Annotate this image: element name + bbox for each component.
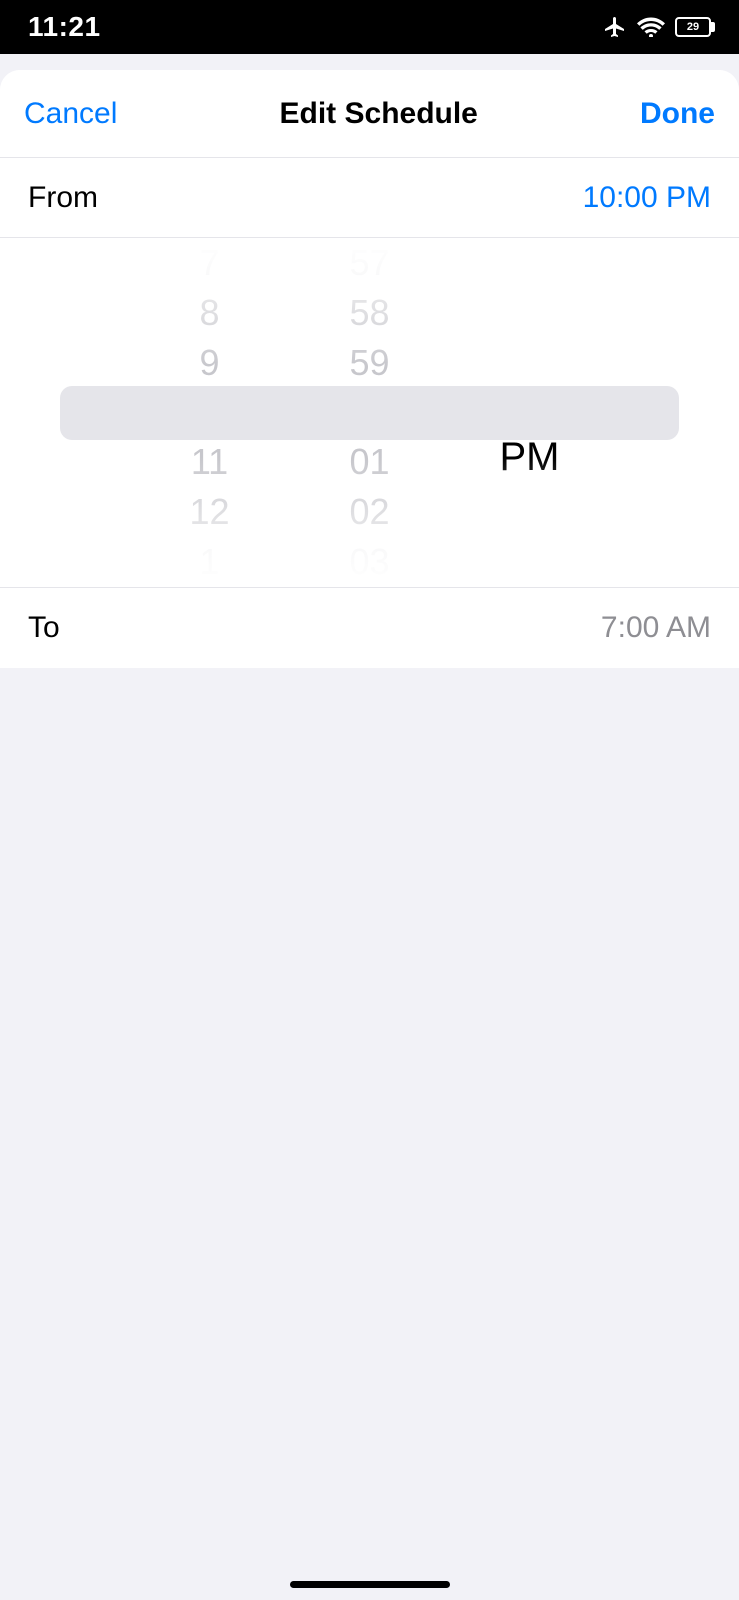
wifi-icon	[637, 17, 665, 37]
picker-hour-item: 1	[130, 537, 290, 587]
picker-ampm-column[interactable]: AM PM	[450, 238, 610, 587]
from-label: From	[28, 181, 98, 215]
picker-ampm-item: AM	[450, 400, 610, 437]
picker-minute-item: 57	[290, 238, 450, 288]
picker-hour-item: 12	[130, 487, 290, 537]
picker-minutes-column[interactable]: 57 58 59 00 01 02 03	[290, 238, 450, 587]
status-time: 11:21	[28, 11, 101, 43]
picker-columns: 7 8 9 10 11 12 1 57 58 59 00 01 02 03 AM	[0, 238, 739, 587]
picker-hour-item: 11	[130, 437, 290, 487]
home-indicator	[290, 1581, 450, 1588]
picker-minute-item: 03	[290, 537, 450, 587]
status-icons: 29	[603, 15, 711, 39]
picker-hour-item: 9	[130, 338, 290, 388]
picker-minute-item: 01	[290, 437, 450, 487]
picker-minute-item: 02	[290, 487, 450, 537]
nav-bar: Cancel Edit Schedule Done	[0, 70, 739, 158]
picker-minute-selected: 00	[290, 388, 450, 438]
battery-icon: 29	[675, 17, 711, 37]
bottom-area	[0, 668, 739, 1600]
picker-hour-item: 7	[130, 238, 290, 288]
status-bar: 11:21 29	[0, 0, 739, 54]
modal-sheet: Cancel Edit Schedule Done From 10:00 PM …	[0, 70, 739, 1600]
picker-ampm-selected: PM	[450, 437, 610, 477]
cancel-button[interactable]: Cancel	[24, 97, 117, 131]
battery-level: 29	[687, 21, 699, 33]
airplane-icon	[603, 15, 627, 39]
picker-minute-item: 58	[290, 288, 450, 338]
from-row[interactable]: From 10:00 PM	[0, 158, 739, 238]
picker-hour-selected: 10	[130, 388, 290, 438]
nav-title: Edit Schedule	[280, 97, 478, 131]
to-row[interactable]: To 7:00 AM	[0, 588, 739, 668]
to-value: 7:00 AM	[601, 611, 711, 645]
picker-hours-column[interactable]: 7 8 9 10 11 12 1	[130, 238, 290, 587]
to-label: To	[28, 611, 60, 645]
from-value: 10:00 PM	[583, 181, 711, 215]
picker-minute-item: 59	[290, 338, 450, 388]
picker-hour-item: 8	[130, 288, 290, 338]
time-picker[interactable]: 7 8 9 10 11 12 1 57 58 59 00 01 02 03 AM	[0, 238, 739, 588]
done-button[interactable]: Done	[640, 97, 715, 131]
